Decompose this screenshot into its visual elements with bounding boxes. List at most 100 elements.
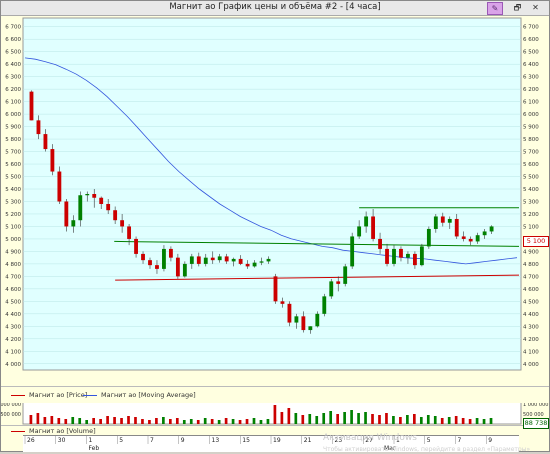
price-line-swatch bbox=[11, 394, 25, 396]
last-volume-tag: 88 738 bbox=[523, 418, 549, 429]
y-tick-label-left: 4 900 bbox=[5, 249, 21, 255]
volume-line-swatch bbox=[11, 430, 25, 432]
y-tick-label-right: 6 000 bbox=[523, 112, 539, 118]
candle-up bbox=[447, 218, 452, 223]
y-tick-label-right: 5 200 bbox=[523, 212, 539, 218]
candle-down bbox=[454, 218, 459, 237]
close-button[interactable]: ✕ bbox=[531, 3, 540, 12]
date-tick-label: 1 bbox=[89, 437, 93, 444]
volume-bar bbox=[148, 420, 151, 424]
date-tick-label: 9 bbox=[181, 437, 185, 444]
volume-bar bbox=[238, 420, 242, 424]
y-tick-label-right: 6 600 bbox=[523, 37, 539, 43]
volume-bar bbox=[454, 416, 458, 424]
volume-bar bbox=[371, 414, 374, 424]
legend-volume-label: Магнит ао [Volume] bbox=[29, 427, 96, 435]
candle-up bbox=[475, 235, 480, 242]
candle-up bbox=[182, 263, 187, 277]
y-tick-label-right: 6 500 bbox=[523, 50, 539, 56]
volume-bar bbox=[364, 412, 367, 424]
candle-down bbox=[43, 134, 48, 150]
candle-down bbox=[113, 210, 118, 221]
candle-up bbox=[217, 256, 222, 261]
candle-down bbox=[155, 265, 159, 269]
volume-bar bbox=[287, 408, 291, 424]
candle-down bbox=[273, 276, 278, 302]
volume-bar bbox=[336, 414, 339, 424]
candle-up bbox=[322, 296, 327, 314]
candle-up bbox=[392, 248, 396, 264]
y-tick-label-left: 4 800 bbox=[5, 262, 21, 268]
volume-bar bbox=[399, 417, 402, 424]
candle-up bbox=[364, 216, 369, 227]
volume-bar bbox=[43, 417, 47, 424]
legend-ma-label: Магнит ао [Moving Average] bbox=[101, 391, 196, 399]
volume-panel bbox=[22, 401, 522, 425]
y-tick-label-right: 6 100 bbox=[523, 100, 539, 106]
candle-down bbox=[196, 256, 201, 264]
y-tick-label-right: 4 100 bbox=[523, 349, 539, 355]
candle-up bbox=[350, 236, 355, 267]
y-tick-label-right: 4 400 bbox=[523, 312, 539, 318]
y-tick-label-left: 6 000 bbox=[5, 112, 21, 118]
y-tick-label-left: 4 400 bbox=[5, 312, 21, 318]
candle-up bbox=[231, 258, 236, 262]
volume-bar bbox=[78, 418, 82, 424]
date-tick-label: 21 bbox=[304, 437, 312, 444]
date-tick-label: 5 bbox=[427, 437, 431, 444]
legend-price-label: Магнит ао [Price] bbox=[29, 391, 88, 399]
volume-bar bbox=[266, 419, 270, 424]
y-tick-label-left: 5 500 bbox=[5, 175, 21, 181]
volume-bar bbox=[280, 412, 284, 424]
volume-bar bbox=[301, 415, 305, 424]
candle-down bbox=[127, 226, 132, 239]
y-tick-label-right: 4 300 bbox=[523, 324, 539, 330]
candle-up bbox=[252, 262, 257, 267]
candle-down bbox=[168, 248, 173, 258]
restore-button[interactable]: 🗗 bbox=[513, 3, 522, 12]
volume-bar bbox=[406, 415, 409, 424]
y-tick-label-left: 4 100 bbox=[5, 349, 21, 355]
y-tick-label-left: 5 100 bbox=[5, 224, 21, 230]
candle-down bbox=[134, 238, 138, 254]
ma-line-swatch bbox=[83, 394, 97, 396]
date-tick-label: 19 bbox=[273, 437, 281, 444]
y-tick-label-right: 5 100 bbox=[523, 224, 539, 230]
candle-up bbox=[357, 226, 362, 237]
volume-bar bbox=[196, 420, 200, 424]
volume-bar bbox=[231, 419, 235, 424]
candle-up bbox=[406, 253, 410, 258]
volume-bar bbox=[433, 416, 437, 424]
date-tick-label: 30 bbox=[58, 437, 66, 444]
date-tick-label: 15 bbox=[242, 437, 250, 444]
y-tick-label-right: 4 900 bbox=[523, 249, 539, 255]
candle-up bbox=[266, 258, 271, 262]
y-tick-label-left: 6 300 bbox=[5, 75, 21, 81]
volume-bar bbox=[99, 419, 102, 424]
y-tick-label-right: 6 700 bbox=[523, 25, 539, 31]
y-tick-label-right: 5 400 bbox=[523, 187, 539, 193]
candle-down bbox=[336, 281, 341, 284]
volume-bar bbox=[315, 416, 319, 424]
candle-up bbox=[203, 257, 208, 264]
y-tick-label-right: 4 600 bbox=[523, 287, 539, 293]
volume-bar bbox=[57, 418, 61, 424]
volume-bar bbox=[29, 415, 33, 424]
candle-down bbox=[92, 194, 97, 198]
volume-bar bbox=[385, 413, 388, 424]
volume-bar bbox=[440, 418, 444, 424]
chart-area[interactable]: 4 000 4 000 4 100 4 100 4 200 4 200 4 300 4 300… bbox=[1, 16, 549, 453]
volume-bar bbox=[120, 418, 123, 424]
y-tick-label-left: 6 500 bbox=[5, 50, 21, 56]
volume-bar bbox=[50, 416, 54, 424]
candle-down bbox=[120, 220, 125, 227]
volume-bar bbox=[113, 417, 116, 424]
title-bar[interactable]: Магнит ао График цены и объёма #2 - [4 ч… bbox=[1, 1, 549, 16]
candle-down bbox=[224, 256, 229, 262]
candle-up bbox=[426, 228, 431, 247]
draw-tool-button[interactable]: ✎ bbox=[487, 2, 503, 15]
volume-bar bbox=[489, 418, 493, 424]
y-tick-label-right: 4 700 bbox=[523, 274, 539, 280]
volume-bar bbox=[378, 415, 381, 424]
price-legend: Магнит ао [Price] Магнит ао [Moving Aver… bbox=[1, 386, 549, 403]
